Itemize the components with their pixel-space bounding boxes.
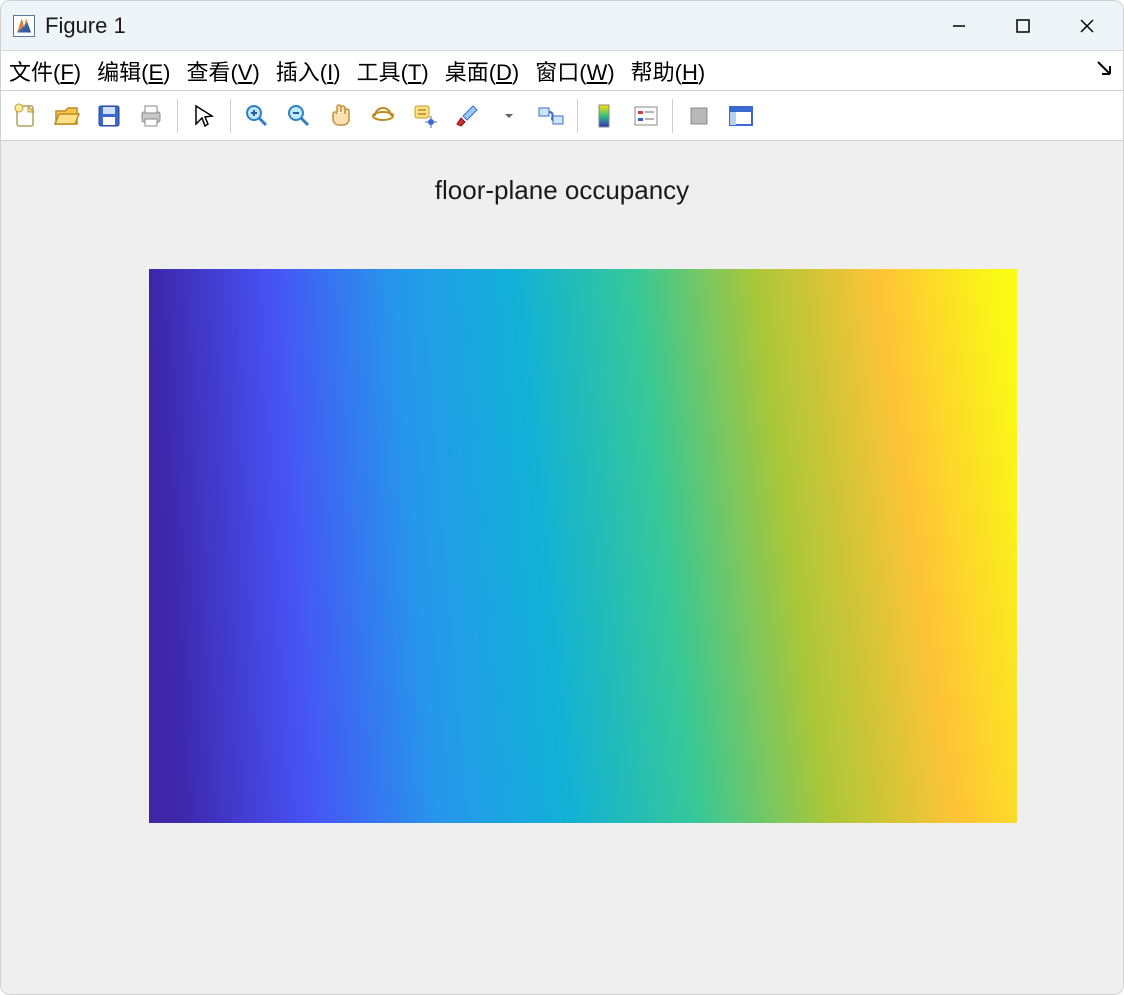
separator (577, 99, 578, 133)
figure-window: Figure 1 文件(F) 编辑(E) 查看(V) 插入(I) 工具(T) 桌… (0, 0, 1124, 995)
menu-tools[interactable]: 工具(T) (357, 55, 429, 87)
window-title: Figure 1 (45, 13, 927, 39)
menu-view[interactable]: 查看(V) (186, 55, 259, 87)
titlebar: Figure 1 (1, 1, 1123, 51)
pan-button[interactable] (323, 98, 359, 134)
rotate-3d-button[interactable] (365, 98, 401, 134)
axes[interactable] (149, 269, 1017, 823)
hide-plot-tools-button[interactable] (681, 98, 717, 134)
separator (230, 99, 231, 133)
data-cursor-button[interactable] (407, 98, 443, 134)
brush-dropdown-button[interactable] (491, 98, 527, 134)
plot-title: floor-plane occupancy (1, 175, 1123, 206)
edit-plot-button[interactable] (186, 98, 222, 134)
insert-colorbar-button[interactable] (586, 98, 622, 134)
print-button[interactable] (133, 98, 169, 134)
insert-legend-button[interactable] (628, 98, 664, 134)
show-plot-tools-button[interactable] (723, 98, 759, 134)
heatmap-image (149, 269, 1017, 823)
brush-button[interactable] (449, 98, 485, 134)
window-controls (927, 2, 1119, 50)
zoom-in-button[interactable] (239, 98, 275, 134)
maximize-button[interactable] (991, 2, 1055, 50)
link-plot-button[interactable] (533, 98, 569, 134)
figure-area: floor-plane occupancy (1, 141, 1123, 994)
open-button[interactable] (49, 98, 85, 134)
minimize-button[interactable] (927, 2, 991, 50)
new-figure-button[interactable] (7, 98, 43, 134)
save-button[interactable] (91, 98, 127, 134)
separator (177, 99, 178, 133)
zoom-out-button[interactable] (281, 98, 317, 134)
menu-help[interactable]: 帮助(H) (631, 55, 706, 87)
dock-arrow-icon[interactable] (1095, 59, 1115, 85)
menu-window[interactable]: 窗口(W) (535, 55, 614, 87)
menu-edit[interactable]: 编辑(E) (97, 55, 170, 87)
separator (672, 99, 673, 133)
menu-desktop[interactable]: 桌面(D) (445, 55, 520, 87)
close-button[interactable] (1055, 2, 1119, 50)
matlab-icon (13, 15, 35, 37)
toolbar (1, 91, 1123, 141)
menu-file[interactable]: 文件(F) (9, 55, 81, 87)
menu-insert[interactable]: 插入(I) (276, 55, 341, 87)
menubar: 文件(F) 编辑(E) 查看(V) 插入(I) 工具(T) 桌面(D) 窗口(W… (1, 51, 1123, 91)
